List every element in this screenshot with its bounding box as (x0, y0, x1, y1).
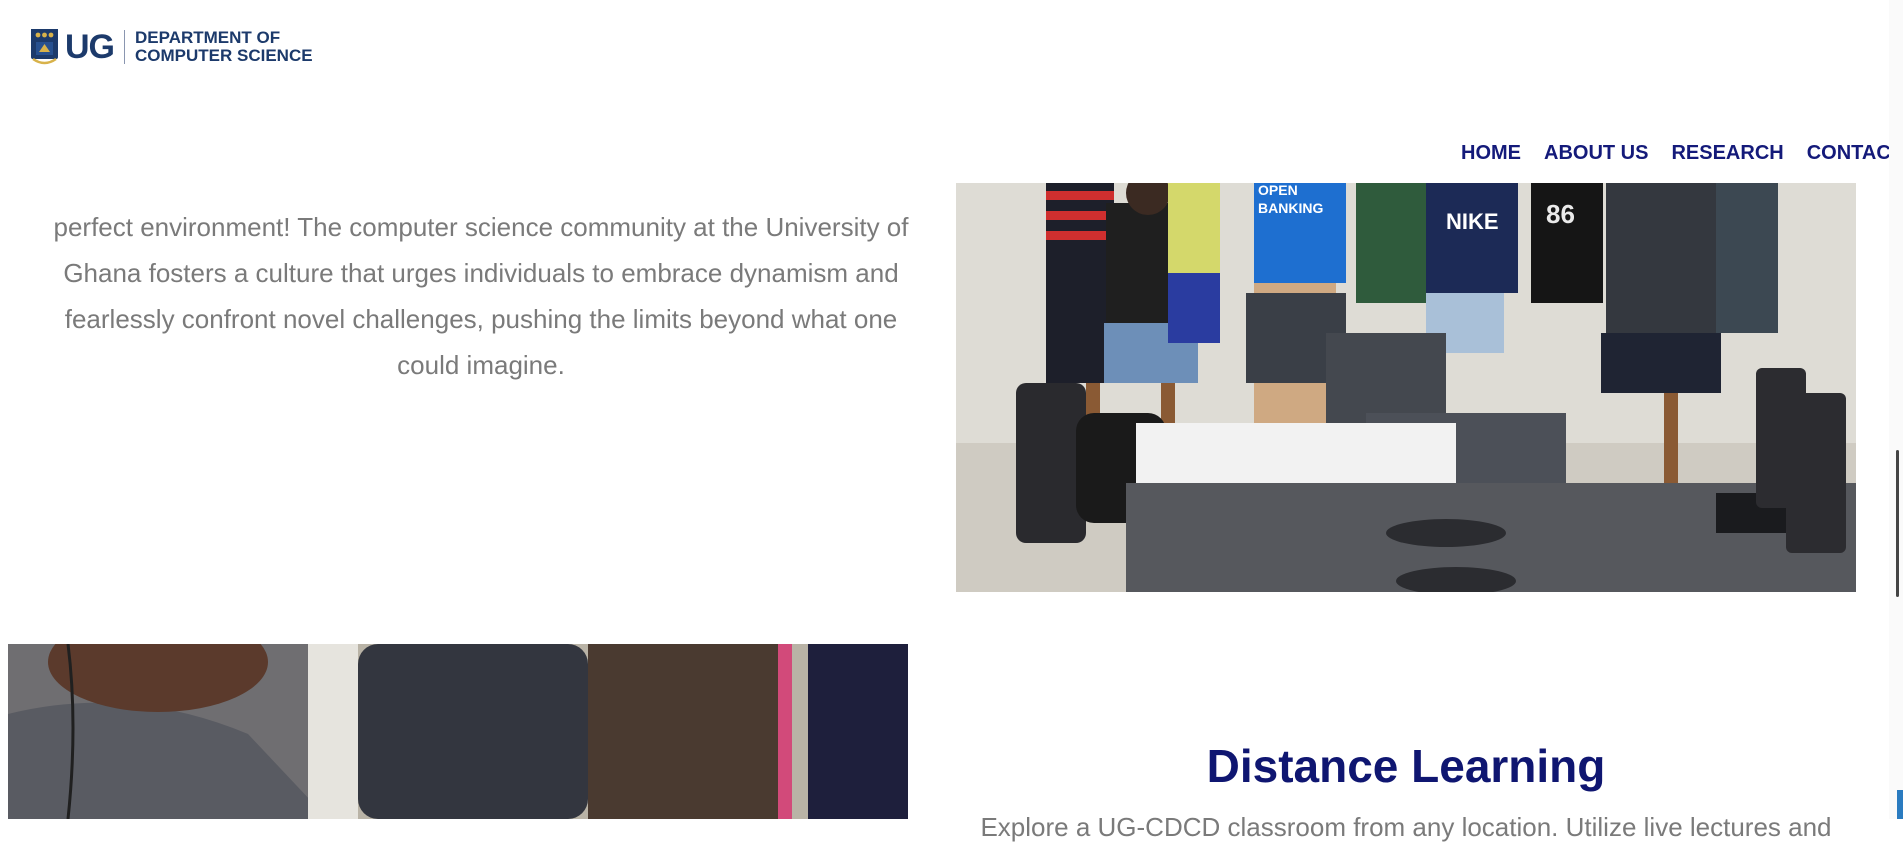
svg-text:NIKE: NIKE (1446, 209, 1499, 234)
distance-learning-text: Explore a UG-CDCD classroom from any loc… (980, 812, 1832, 842)
main-nav: HOME ABOUT US RESEARCH CONTACT (1461, 142, 1903, 165)
university-crest-icon (31, 29, 58, 65)
site-logo[interactable]: UG DEPARTMENT OF COMPUTER SCIENCE (30, 26, 313, 68)
svg-text:BANKING: BANKING (1258, 200, 1323, 216)
svg-text:86: 86 (1546, 199, 1575, 229)
scrollbar-thumb[interactable] (1896, 450, 1899, 597)
logo-divider (124, 30, 125, 64)
svg-text:OPEN: OPEN (1258, 183, 1298, 198)
intro-paragraph: perfect environment! The computer scienc… (53, 212, 909, 380)
student-laptop-photo (8, 644, 908, 819)
students-group-photo: OPEN BANKING NIKE 86 (956, 183, 1856, 592)
nav-research[interactable]: RESEARCH (1671, 142, 1783, 165)
student-photo-illustration (8, 644, 908, 819)
distance-learning-heading: Distance Learning (1206, 740, 1606, 793)
nav-about-us[interactable]: ABOUT US (1544, 142, 1648, 165)
nav-home[interactable]: HOME (1461, 142, 1521, 165)
corner-widget-edge[interactable] (1897, 790, 1903, 819)
logo-line-1: DEPARTMENT OF (135, 28, 281, 47)
page-scrollbar[interactable] (1889, 0, 1903, 819)
logo-wordmark: DEPARTMENT OF COMPUTER SCIENCE (135, 29, 313, 65)
site-header: UG DEPARTMENT OF COMPUTER SCIENCE HOME A… (0, 0, 1903, 180)
logo-abbreviation: UG (65, 28, 115, 66)
logo-line-2: COMPUTER SCIENCE (135, 46, 313, 65)
students-photo-illustration: OPEN BANKING NIKE 86 (956, 183, 1856, 592)
